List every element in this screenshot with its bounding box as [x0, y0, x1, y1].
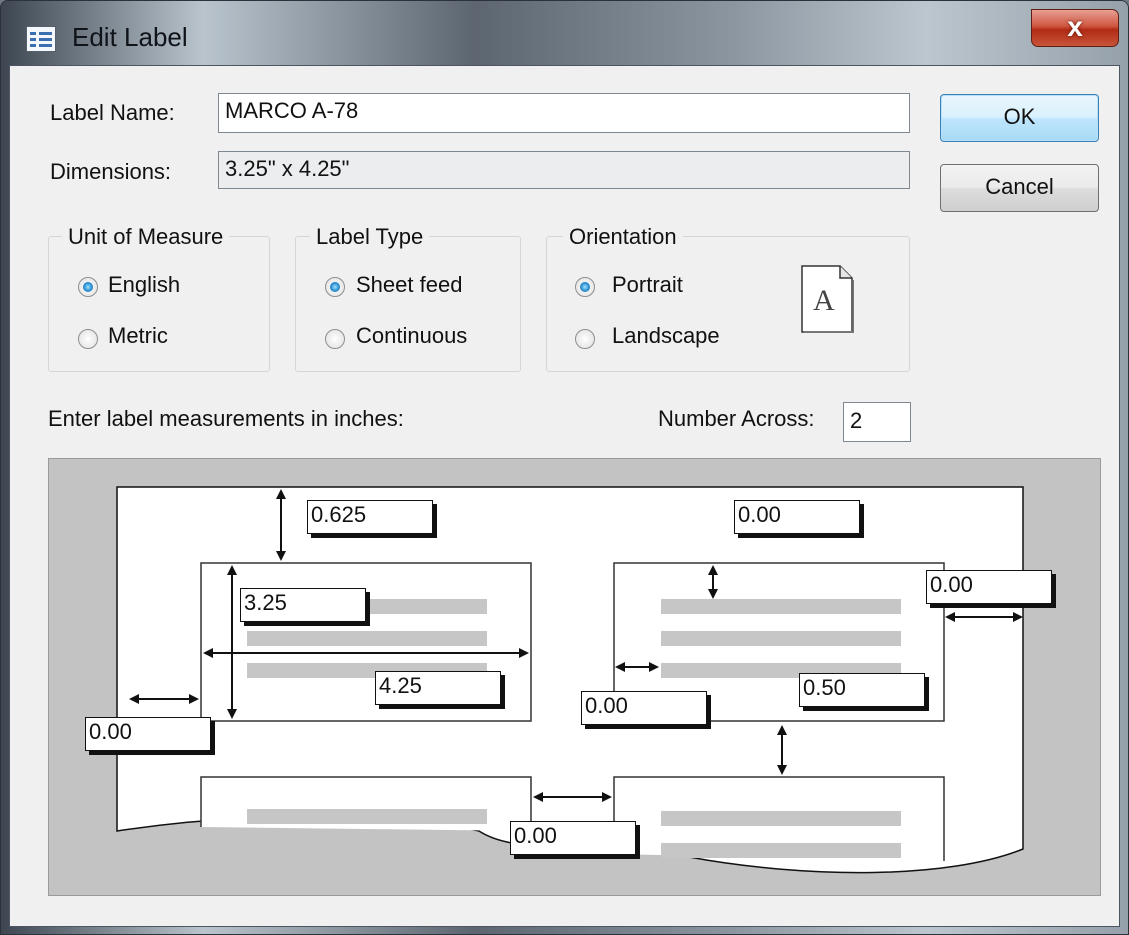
- close-button[interactable]: x: [1031, 9, 1119, 47]
- orientation-group: [546, 236, 910, 372]
- label-type-group: [295, 236, 521, 372]
- horizontal-spacing-input[interactable]: 0.00: [510, 821, 636, 855]
- dimensions-label: Dimensions:: [50, 159, 172, 184]
- portrait-radio[interactable]: [575, 277, 595, 297]
- label-type-title: Label Type: [310, 224, 430, 250]
- metric-radio-label[interactable]: Metric: [108, 323, 168, 349]
- window-title: Edit Label: [72, 22, 188, 52]
- english-radio-label[interactable]: English: [108, 272, 180, 298]
- top-margin-right-input[interactable]: 0.00: [734, 500, 860, 534]
- inner-left-input[interactable]: 0.00: [581, 691, 707, 725]
- portrait-page-icon: A: [800, 264, 855, 334]
- continuous-radio-label[interactable]: Continuous: [356, 323, 467, 349]
- unit-of-measure-title: Unit of Measure: [62, 224, 230, 250]
- ok-button[interactable]: OK: [940, 94, 1099, 142]
- right-margin-input[interactable]: 0.00: [926, 570, 1052, 604]
- label-layout-diagram: 0.625 3.25 4.25 0.00 0.00 0.00 0.00 0.50…: [48, 458, 1101, 896]
- label-width-input[interactable]: 4.25: [375, 671, 501, 705]
- label-height-input[interactable]: 3.25: [240, 588, 366, 622]
- label-name-input[interactable]: MARCO A-78: [218, 93, 910, 133]
- vertical-spacing-input[interactable]: 0.50: [799, 673, 925, 707]
- landscape-radio-label[interactable]: Landscape: [612, 323, 720, 349]
- continuous-radio[interactable]: [325, 329, 345, 349]
- metric-radio[interactable]: [78, 329, 98, 349]
- sheet-feed-radio[interactable]: [325, 277, 345, 297]
- dialog-client-area: Label Name: MARCO A-78 Dimensions: 3.25"…: [10, 66, 1119, 926]
- portrait-radio-label[interactable]: Portrait: [612, 272, 683, 298]
- left-margin-input[interactable]: 0.00: [85, 717, 211, 751]
- landscape-radio[interactable]: [575, 329, 595, 349]
- sheet-feed-radio-label[interactable]: Sheet feed: [356, 272, 462, 298]
- label-name-label: Label Name:: [50, 100, 175, 125]
- number-across-label: Number Across:: [658, 406, 815, 431]
- label-list-icon: [26, 26, 56, 52]
- english-radio[interactable]: [78, 277, 98, 297]
- number-across-input[interactable]: 2: [843, 402, 911, 442]
- orientation-title: Orientation: [563, 224, 683, 250]
- dimensions-field: 3.25" x 4.25": [218, 151, 910, 189]
- close-icon: x: [1067, 11, 1083, 42]
- measure-prompt: Enter label measurements in inches:: [48, 406, 404, 431]
- page-preview-letter: A: [813, 284, 835, 317]
- unit-of-measure-group: [48, 236, 270, 372]
- top-margin-input[interactable]: 0.625: [307, 500, 433, 534]
- cancel-button[interactable]: Cancel: [940, 164, 1099, 212]
